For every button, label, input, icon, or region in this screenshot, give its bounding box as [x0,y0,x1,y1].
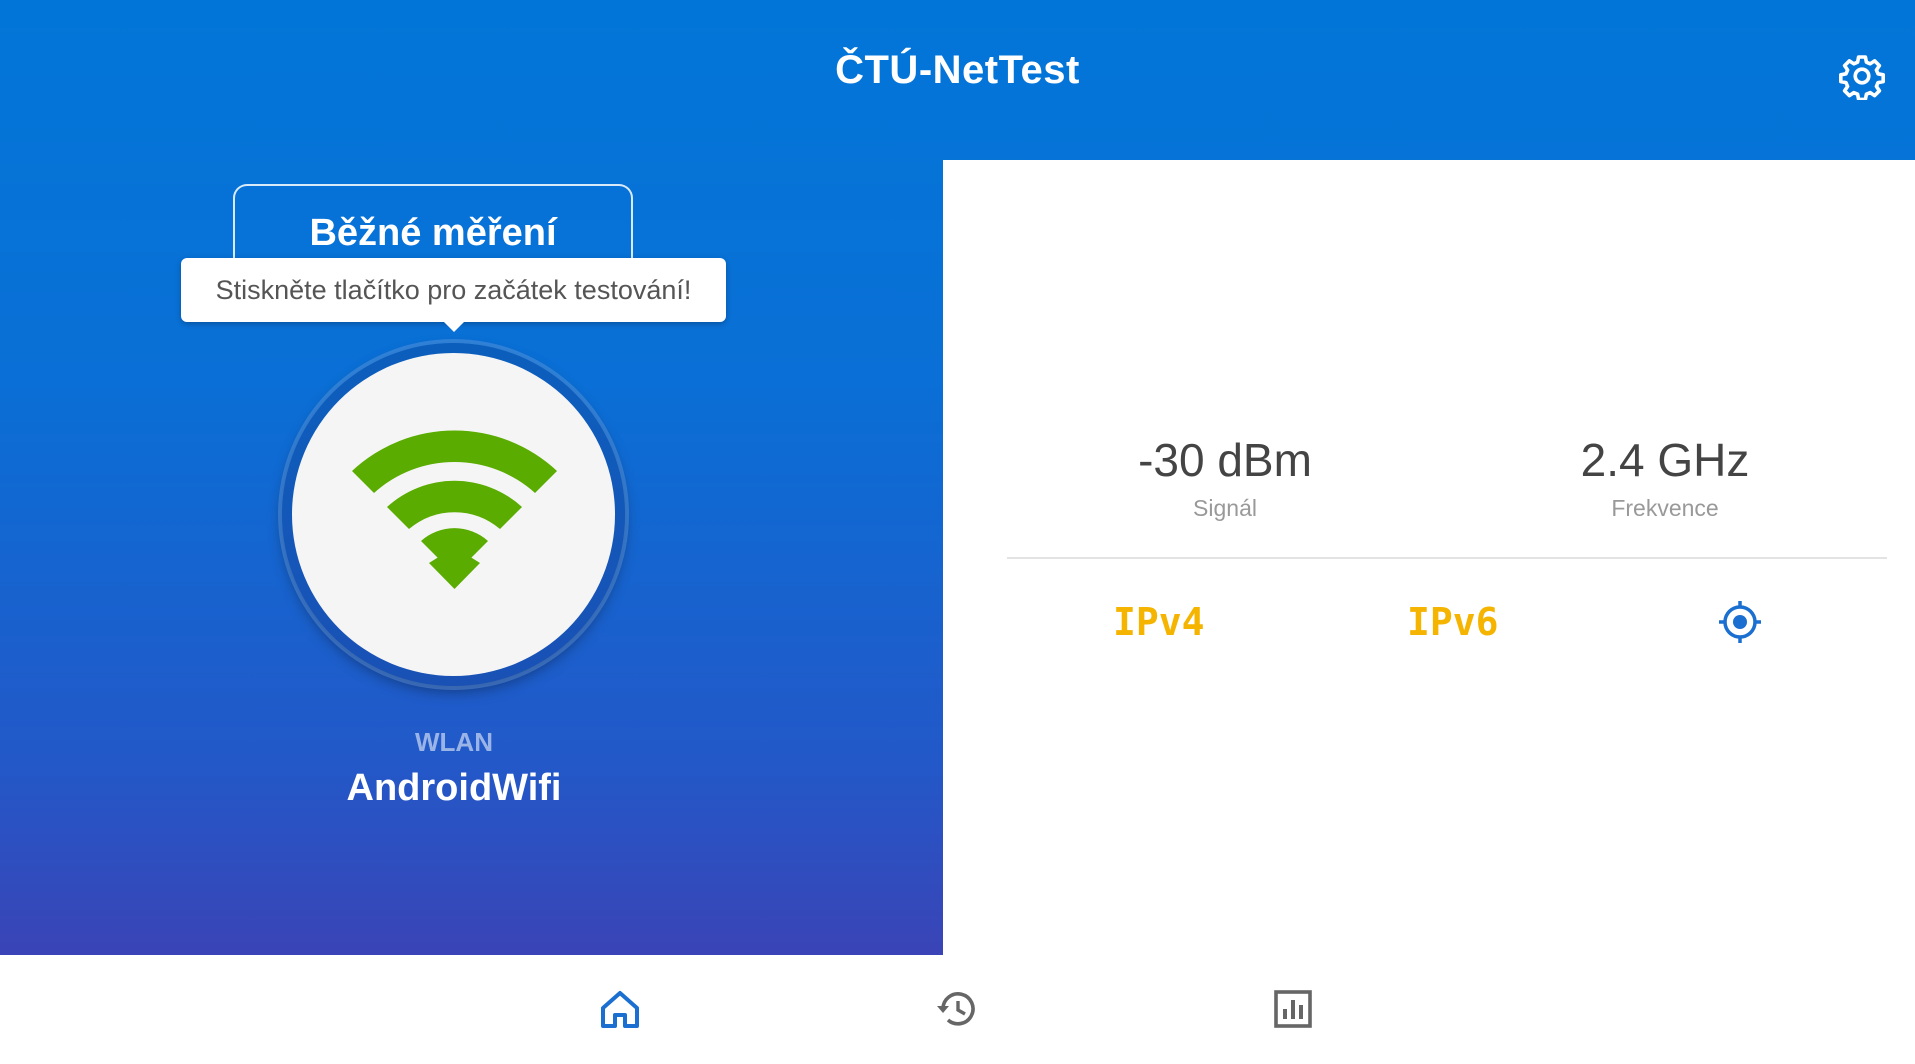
start-test-button[interactable] [292,353,615,676]
wifi-icon [352,430,557,589]
frequency-stat: 2.4 GHz Frekvence [1485,433,1845,522]
stats-divider [1007,557,1887,559]
frequency-value: 2.4 GHz [1580,434,1750,486]
home-icon[interactable] [598,987,642,1031]
ipv6-indicator[interactable]: IPv6 [1407,600,1499,644]
signal-label: Signál [1193,495,1257,521]
bottom-navigation [0,955,1915,1064]
ipv4-indicator[interactable]: IPv4 [1113,600,1205,644]
app-title: ČTÚ-NetTest [835,48,1080,92]
panel-wave-edge [943,160,990,955]
signal-value: -30 dBm [1138,434,1312,486]
network-name: AndroidWifi [346,767,562,809]
statistics-icon[interactable] [1271,987,1315,1031]
gps-target-icon[interactable] [1717,599,1763,645]
network-type-label: WLAN [415,727,493,757]
signal-stat: -30 dBm Signál [1045,433,1405,522]
history-icon[interactable] [935,987,979,1031]
start-tooltip: Stiskněte tlačítko pro začátek testování… [181,258,726,332]
frequency-label: Frekvence [1611,495,1719,521]
settings-gear-icon[interactable] [1838,52,1886,102]
